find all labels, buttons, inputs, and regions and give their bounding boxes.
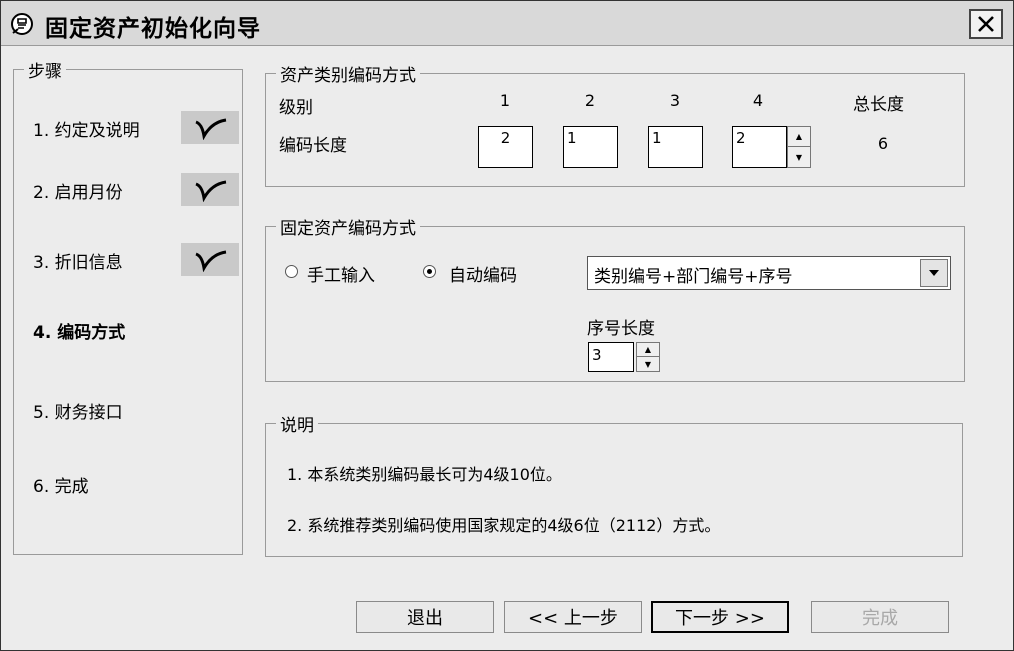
step-1-done-indicator	[181, 111, 239, 144]
coding-scheme-value: 类别编号+部门编号+序号	[594, 267, 793, 287]
level-4-length-input[interactable]: 2	[732, 126, 787, 168]
level-1-header: 1	[499, 91, 511, 110]
spin-up-icon[interactable]: ▲	[788, 127, 810, 147]
code-length-label: 编码长度	[279, 136, 347, 156]
step-3-done-indicator	[181, 243, 239, 276]
coding-scheme-select[interactable]: 类别编号+部门编号+序号	[587, 256, 951, 290]
close-button[interactable]	[969, 9, 1003, 39]
category-coding-caption: 资产类别编码方式	[276, 61, 420, 86]
close-icon	[978, 16, 994, 32]
step-1: 1. 约定及说明	[33, 121, 140, 141]
next-button[interactable]: 下一步 >>	[651, 601, 789, 633]
spin-up-icon[interactable]: ▲	[637, 343, 659, 357]
step-4-current: 4. 编码方式	[33, 323, 126, 343]
manual-input-label[interactable]: 手工输入	[307, 261, 375, 286]
level-3-length-input[interactable]: 1	[648, 126, 703, 168]
checkmark-icon	[195, 250, 227, 272]
step-3: 3. 折旧信息	[33, 253, 123, 273]
step-2: 2. 启用月份	[33, 183, 123, 203]
title-bar: 固定资产初始化向导	[1, 1, 1013, 46]
spin-down-icon[interactable]: ▼	[637, 357, 659, 371]
finish-button[interactable]: 完成	[811, 601, 949, 633]
level-2-header: 2	[584, 91, 596, 110]
level-1-length-input[interactable]: 2	[478, 126, 533, 168]
sequence-length-spinner[interactable]: ▲ ▼	[636, 342, 660, 372]
manual-input-radio[interactable]	[285, 265, 298, 278]
sequence-length-label: 序号长度	[587, 319, 655, 339]
step-2-done-indicator	[181, 173, 239, 206]
level-2-length-input[interactable]: 1	[563, 126, 618, 168]
checkmark-icon	[195, 180, 227, 202]
note-line-1: 1. 本系统类别编码最长可为4级10位。	[287, 465, 562, 484]
level-4-length-spinner[interactable]: ▲ ▼	[787, 126, 811, 168]
asset-coding-caption: 固定资产编码方式	[276, 214, 420, 239]
notes-caption: 说明	[276, 411, 318, 436]
level-4-header: 4	[752, 91, 764, 110]
prev-button[interactable]: << 上一步	[504, 601, 642, 633]
steps-caption: 步骤	[24, 57, 66, 82]
window-title: 固定资产初始化向导	[45, 16, 261, 42]
app-icon	[11, 13, 33, 35]
checkmark-icon	[195, 118, 227, 140]
total-length-value: 6	[877, 134, 889, 153]
level-label: 级别	[279, 98, 313, 118]
step-6: 6. 完成	[33, 477, 89, 497]
sequence-length-input[interactable]: 3	[588, 342, 634, 372]
dropdown-arrow-icon[interactable]	[920, 259, 948, 287]
auto-coding-label[interactable]: 自动编码	[449, 261, 517, 286]
spin-down-icon[interactable]: ▼	[788, 147, 810, 167]
level-3-header: 3	[669, 91, 681, 110]
wizard-window: 固定资产初始化向导 步骤 1. 约定及说明 2. 启用月份 3. 折旧信息 4.…	[0, 0, 1014, 651]
notes-group: 说明	[265, 411, 963, 557]
exit-button[interactable]: 退出	[356, 601, 494, 633]
step-5: 5. 财务接口	[33, 403, 123, 423]
total-length-label: 总长度	[853, 95, 904, 115]
auto-coding-radio[interactable]	[423, 265, 436, 278]
note-line-2: 2. 系统推荐类别编码使用国家规定的4级6位（2112）方式。	[287, 516, 721, 535]
